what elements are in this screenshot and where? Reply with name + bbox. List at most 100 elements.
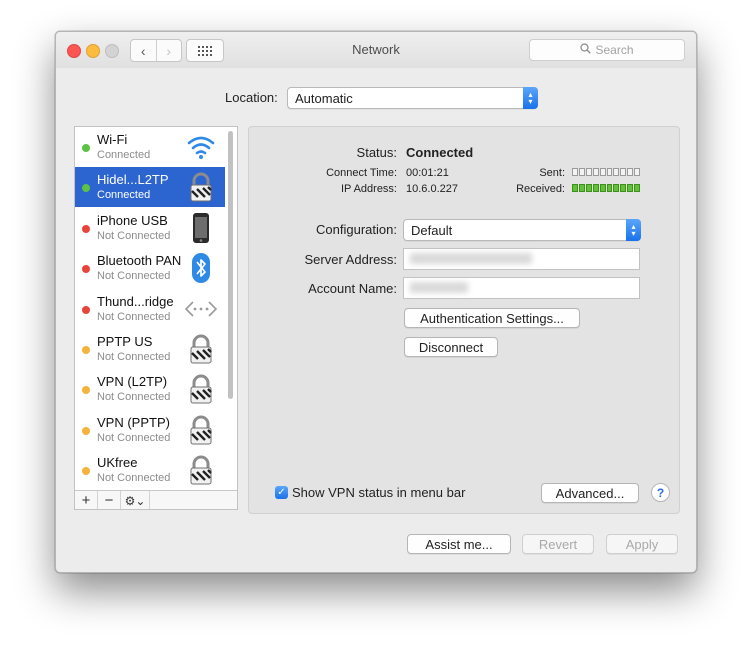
- status-value: Connected: [406, 145, 474, 160]
- status-dot: [82, 265, 90, 274]
- disconnect-button[interactable]: Disconnect: [404, 337, 498, 357]
- service-item[interactable]: UKfree Not Connected: [75, 450, 225, 490]
- service-item[interactable]: VPN (PPTP) Not Connected: [75, 410, 225, 450]
- service-item[interactable]: Thund...ridge Not Connected: [75, 289, 225, 329]
- show-vpn-status-label: Show VPN status in menu bar: [292, 485, 466, 500]
- updown-arrow-icon: ▴ ▾: [523, 87, 538, 109]
- meter-segment: [613, 168, 620, 176]
- meter-segment: [634, 184, 641, 192]
- meter-segment: [572, 168, 578, 176]
- meter-segment: [592, 184, 599, 192]
- status-dot: [82, 144, 90, 152]
- received-meter: [572, 184, 641, 193]
- configuration-popup[interactable]: Default ▴ ▾: [403, 219, 641, 241]
- service-item[interactable]: Bluetooth PAN Not Connected: [75, 248, 225, 288]
- search-placeholder: Search: [595, 43, 634, 57]
- service-status: Not Connected: [97, 351, 171, 363]
- wifi-icon: [185, 131, 217, 163]
- location-label: Location:: [225, 90, 278, 105]
- search-field[interactable]: Search: [529, 39, 685, 61]
- advanced-button[interactable]: Advanced...: [541, 483, 639, 503]
- configuration-value: Default: [411, 222, 453, 238]
- ip-address-value: 10.6.0.227: [406, 183, 458, 195]
- service-name: VPN (L2TP): [97, 374, 168, 390]
- service-status: Not Connected: [97, 431, 171, 444]
- meter-segment: [613, 184, 620, 192]
- service-item[interactable]: Wi-Fi Connected: [75, 127, 225, 167]
- add-service-button[interactable]: +: [75, 491, 98, 509]
- lock-icon: [185, 414, 217, 446]
- ip-address-label: IP Address:: [340, 183, 397, 195]
- service-status: Not Connected: [97, 472, 171, 485]
- server-address-field[interactable]: [403, 248, 640, 270]
- meter-segment: [599, 184, 606, 192]
- network-preferences-window: ‹ › Network Search Location: Automatic ▴…: [55, 31, 697, 573]
- meter-segment: [627, 168, 634, 176]
- service-status: Not Connected: [97, 229, 171, 242]
- bluetooth-icon: [185, 252, 217, 284]
- checkmark-icon: ✓: [277, 487, 286, 498]
- revert-button[interactable]: Revert: [522, 534, 594, 554]
- vpn-detail-pane: Status: Connected Connect Time: 00:01:21…: [248, 126, 680, 514]
- service-item[interactable]: iPhone USB Not Connected: [75, 208, 225, 248]
- remove-service-button[interactable]: −: [98, 491, 121, 509]
- service-item[interactable]: VPN (L2TP) Not Connected: [75, 369, 225, 409]
- service-name: UKfree: [97, 455, 138, 471]
- service-name: iPhone USB: [97, 212, 168, 228]
- search-icon: [580, 43, 592, 57]
- status-dot: [82, 467, 90, 476]
- assist-me-button[interactable]: Assist me...: [407, 534, 511, 554]
- service-name: PPTP US: [97, 334, 153, 349]
- show-vpn-status-checkbox[interactable]: ✓: [275, 486, 288, 499]
- service-item[interactable]: PPTP US Not Connected: [75, 329, 225, 369]
- service-item[interactable]: Hidel...L2TP Connected: [75, 167, 225, 208]
- meter-segment: [585, 184, 592, 192]
- iphone-icon: [185, 212, 217, 244]
- meter-segment: [606, 168, 613, 176]
- sent-meter: [572, 168, 641, 177]
- server-address-label: Server Address:: [304, 252, 398, 267]
- connect-time-label: Connect Time:: [326, 167, 397, 179]
- account-name-label: Account Name:: [308, 281, 397, 296]
- updown-arrow-icon: ▴ ▾: [626, 219, 641, 241]
- lock-icon: [185, 333, 217, 365]
- service-list-scrollbar[interactable]: [228, 131, 233, 399]
- meter-segment: [620, 184, 627, 192]
- service-name: VPN (PPTP): [97, 414, 170, 430]
- redacted-text: [410, 282, 468, 293]
- received-label: Received:: [516, 183, 565, 195]
- meter-segment: [572, 184, 578, 192]
- configuration-label: Configuration:: [316, 222, 397, 237]
- service-status: Connected: [97, 189, 151, 202]
- service-list: Wi-Fi Connected Hidel...L2TP Connected iPhon…: [74, 126, 238, 510]
- status-dot: [82, 346, 90, 354]
- title-bar: ‹ › Network Search: [56, 32, 696, 68]
- status-dot: [82, 184, 90, 193]
- connect-time-value: 00:01:21: [406, 167, 449, 179]
- lock-icon: [185, 454, 217, 486]
- help-button[interactable]: ?: [651, 483, 670, 502]
- service-name: Bluetooth PAN: [97, 253, 182, 269]
- status-label: Status:: [356, 145, 397, 160]
- meter-segment: [634, 168, 641, 176]
- thunderbolt-bridge-icon: [184, 293, 218, 325]
- location-popup[interactable]: Automatic ▴ ▾: [287, 87, 538, 109]
- location-value: Automatic: [295, 90, 353, 106]
- service-status: Not Connected: [97, 270, 171, 283]
- service-name: Wi-Fi: [97, 132, 128, 147]
- meter-segment: [592, 168, 599, 176]
- status-dot: [82, 224, 90, 233]
- service-name: Thund...ridge: [97, 293, 174, 309]
- apply-button[interactable]: Apply: [606, 534, 678, 554]
- meter-segment: [585, 168, 592, 176]
- redacted-text: [410, 253, 532, 264]
- meter-segment: [599, 168, 606, 176]
- sent-label: Sent:: [539, 167, 565, 179]
- authentication-settings-button[interactable]: Authentication Settings...: [404, 308, 580, 328]
- status-dot: [82, 386, 90, 395]
- gear-menu-button[interactable]: ⚙⌄: [121, 491, 150, 509]
- service-status: Connected: [97, 149, 151, 161]
- meter-segment: [606, 184, 613, 192]
- account-name-field[interactable]: [403, 277, 640, 299]
- lock-icon: [185, 373, 217, 405]
